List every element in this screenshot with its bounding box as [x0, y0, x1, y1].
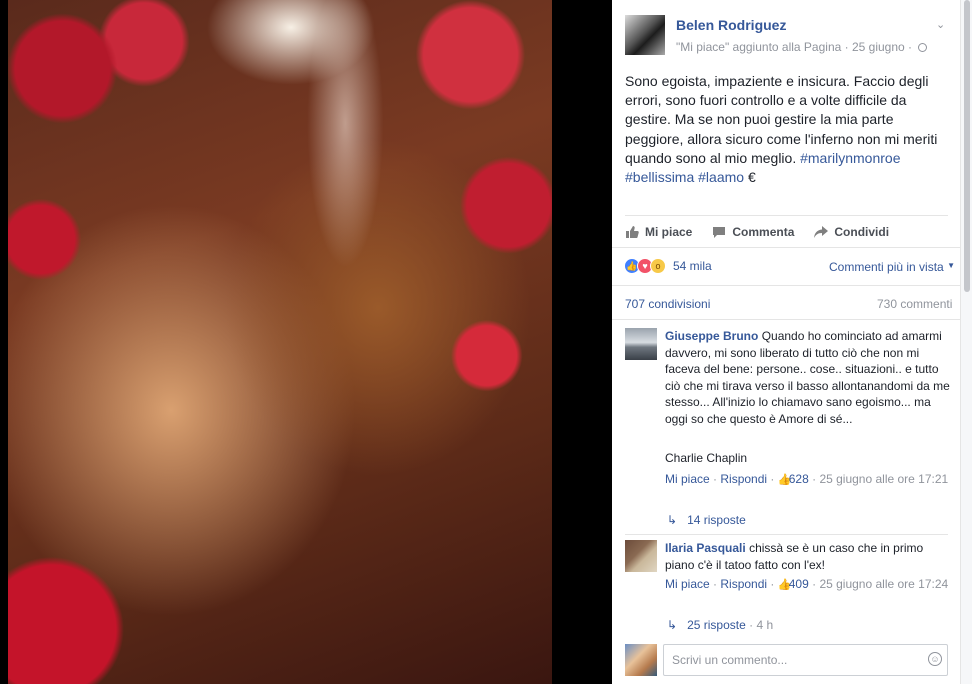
comment-like-link[interactable]: Mi piace	[665, 472, 710, 486]
reactions-summary[interactable]: 👍 ♥ o 54 mila	[624, 258, 712, 274]
divider	[612, 247, 960, 248]
chevron-down-icon[interactable]: ⌄	[936, 18, 945, 31]
comment-reply-link[interactable]: Rispondi	[720, 472, 767, 486]
replies-count: 25 risposte	[687, 618, 746, 632]
comment-signature: Charlie Chaplin	[665, 451, 748, 465]
comment-time[interactable]: 25 giugno alle ore 17:24	[819, 577, 948, 591]
like-label: Mi piace	[645, 224, 693, 239]
replies-time-value: 4 h	[756, 618, 774, 632]
comment-author[interactable]: Giuseppe Bruno	[665, 329, 758, 343]
post-meta-text: "Mi piace" aggiunto alla Pagina · 25 giu…	[676, 40, 913, 54]
scrollbar[interactable]	[960, 0, 972, 684]
caret-down-icon: ▼	[947, 261, 955, 270]
thumbs-up-icon	[626, 225, 639, 238]
replies-count: 14 risposte	[687, 513, 746, 527]
hashtag-link[interactable]: #bellissima	[625, 169, 694, 185]
comment-time[interactable]: 25 giugno alle ore 17:21	[819, 472, 948, 486]
like-button[interactable]: Mi piace	[625, 225, 692, 239]
photo-viewer[interactable]	[0, 0, 612, 684]
avatar	[625, 644, 657, 676]
comment-reply-link[interactable]: Rispondi	[720, 577, 767, 591]
post-action-bar: Mi piace Commenta Condividi	[625, 215, 948, 247]
comment-like-count[interactable]: 628	[789, 472, 809, 486]
divider	[612, 285, 960, 286]
comment-body: Ilaria Pasquali chissà se è un caso che …	[665, 540, 955, 573]
page-avatar[interactable]	[625, 15, 665, 55]
comment-button[interactable]: Commenta	[712, 225, 794, 239]
reply-arrow-icon: ↳	[667, 513, 678, 527]
thumbs-up-icon: 👍	[777, 579, 792, 591]
comment-composer: ☺	[612, 640, 960, 684]
globe-icon	[918, 43, 928, 52]
comment-body: Giuseppe Bruno Quando ho cominciato ad a…	[665, 328, 955, 427]
reply-arrow-icon: ↳	[667, 618, 678, 632]
trailing-char: €	[747, 169, 756, 186]
post-panel: Belen Rodriguez "Mi piace" aggiunto alla…	[612, 0, 960, 684]
reactions-count[interactable]: 54 mila	[673, 259, 712, 273]
post-text: Sono egoista, impaziente e insicura. Fac…	[625, 72, 945, 187]
share-icon	[814, 225, 829, 238]
comment-like-link[interactable]: Mi piace	[665, 577, 710, 591]
thumbs-up-icon: 👍	[777, 474, 792, 486]
replies-link[interactable]: ↳ 14 risposte	[667, 513, 746, 527]
comment-author[interactable]: Ilaria Pasquali	[665, 541, 746, 555]
comment-label: Commenta	[732, 224, 795, 239]
comment-text: Quando ho cominciato ad amarmi davvero, …	[665, 329, 950, 426]
hashtag-link[interactable]: #laamo	[698, 169, 744, 185]
replies-time: · 4 h	[749, 618, 774, 632]
replies-link[interactable]: ↳ 25 risposte · 4 h	[667, 618, 773, 632]
comment-sort-dropdown[interactable]: Commenti più in vista ▼	[829, 260, 955, 274]
page-name-link[interactable]: Belen Rodriguez	[676, 17, 786, 33]
post-photo[interactable]	[8, 0, 552, 684]
wow-reaction-icon: o	[650, 258, 666, 274]
avatar[interactable]	[625, 328, 657, 360]
comment-input[interactable]	[663, 644, 948, 676]
avatar[interactable]	[625, 540, 657, 572]
comment-icon	[713, 226, 726, 238]
comment-like-count[interactable]: 409	[789, 577, 809, 591]
comment-actions: Mi piace · Rispondi · 👍409 · 25 giugno a…	[665, 577, 949, 591]
comment-actions: Mi piace · Rispondi · 👍628 · 25 giugno a…	[665, 472, 949, 486]
post-meta: "Mi piace" aggiunto alla Pagina · 25 giu…	[676, 40, 928, 54]
comments-count[interactable]: 730 commenti	[877, 297, 952, 311]
scrollbar-thumb[interactable]	[964, 0, 970, 292]
share-button[interactable]: Condividi	[814, 225, 889, 239]
shares-count[interactable]: 707 condivisioni	[625, 297, 710, 311]
share-label: Condividi	[834, 224, 890, 239]
divider	[625, 534, 948, 535]
divider	[612, 319, 960, 320]
emoji-icon[interactable]: ☺	[928, 652, 942, 666]
hashtag-link[interactable]: #marilynmonroe	[800, 150, 900, 166]
sort-label: Commenti più in vista	[829, 260, 944, 274]
